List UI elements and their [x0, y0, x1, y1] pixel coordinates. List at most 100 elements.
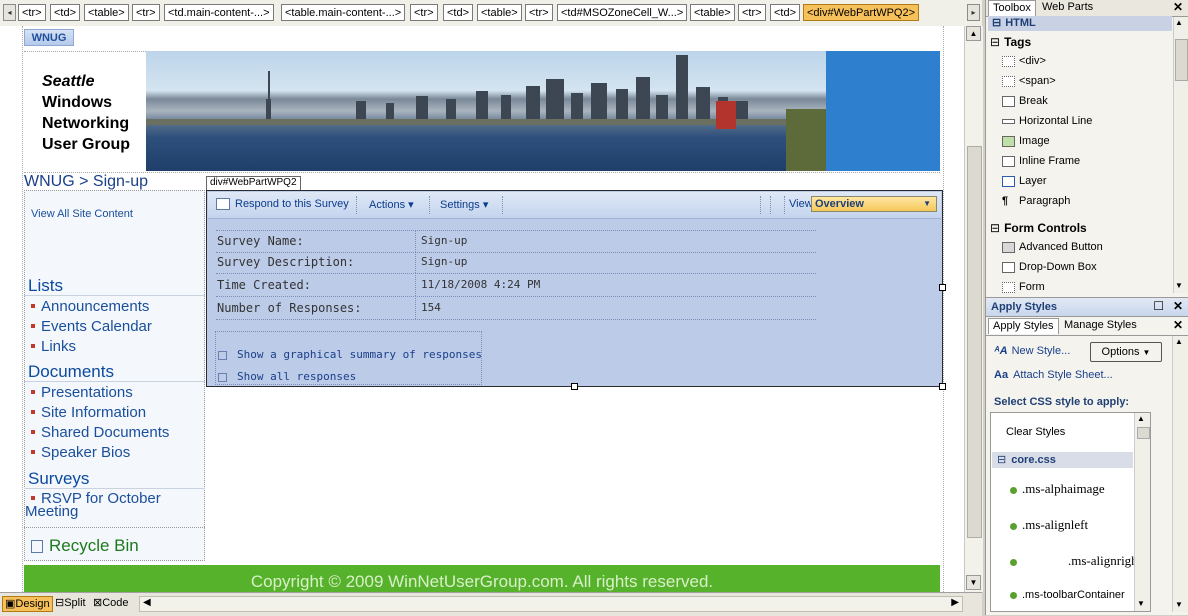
nav-item-rsvp-october[interactable]: RSVP for October Meeting	[25, 491, 195, 519]
toolbox-item-form[interactable]: Form	[1002, 281, 1045, 293]
site-logo-text[interactable]: Seattle Windows Networking User Group	[42, 71, 146, 155]
css-style-item[interactable]: .ms-alignright	[1010, 553, 1141, 569]
view-selector[interactable]: Overview ▼	[811, 196, 937, 212]
toolbox-item-span[interactable]: <span>	[1002, 75, 1056, 87]
show-all-responses-link[interactable]: Show all responses	[218, 370, 356, 383]
attach-style-sheet-link[interactable]: Aa Attach Style Sheet...	[994, 369, 1113, 381]
actions-menu[interactable]: Actions ▾	[369, 198, 414, 211]
scroll-down-button[interactable]: ▼	[966, 575, 981, 590]
nav-item-events-calendar[interactable]: Events Calendar	[25, 318, 152, 336]
scroll-down-icon[interactable]: ▼	[1137, 599, 1145, 608]
toolbox-item-inline-frame[interactable]: Inline Frame	[1002, 155, 1080, 167]
toolbox-item-layer[interactable]: Layer	[1002, 175, 1047, 187]
scroll-left-icon[interactable]: ◀	[143, 597, 151, 608]
quick-launch-heading-lists[interactable]: Lists	[28, 276, 63, 296]
scroll-up-icon[interactable]: ▲	[1175, 18, 1183, 27]
tagbar-scroll-left-button[interactable]: ◂	[3, 4, 16, 21]
toolbox-item-paragraph[interactable]: ¶ Paragraph	[1002, 195, 1070, 207]
clear-styles-item[interactable]: Clear Styles	[1006, 426, 1065, 438]
scroll-up-button[interactable]: ▲	[966, 26, 981, 41]
scroll-thumb[interactable]	[1175, 39, 1188, 81]
options-button[interactable]: Options ▼	[1090, 342, 1162, 362]
new-style-link[interactable]: ᴬA New Style...	[994, 345, 1070, 357]
css-sheet-header[interactable]: ⊟ core.css	[992, 452, 1133, 468]
close-icon[interactable]: ✕	[1173, 299, 1183, 313]
css-style-item[interactable]: .ms-toolbarContainer	[1010, 589, 1125, 601]
tag-table-main-content[interactable]: <table.main-content-...>	[281, 4, 406, 21]
maximize-icon[interactable]: ☐	[1153, 299, 1164, 313]
tag-tr[interactable]: <tr>	[410, 4, 438, 21]
scroll-right-icon[interactable]: ▶	[951, 597, 959, 608]
scroll-up-icon[interactable]: ▲	[1137, 414, 1145, 423]
tag-td[interactable]: <td>	[770, 4, 801, 21]
view-all-site-content-link[interactable]: View All Site Content	[31, 208, 133, 220]
design-icon: ▣	[5, 598, 16, 610]
design-view-button[interactable]: ▣Design	[2, 596, 53, 612]
toolbox-tags-header[interactable]: ⊟ Tags	[990, 35, 1031, 49]
graphical-summary-link[interactable]: Show a graphical summary of responses	[218, 348, 482, 361]
tag-table[interactable]: <table>	[690, 4, 735, 21]
tab-apply-styles[interactable]: Apply Styles	[988, 318, 1059, 334]
scroll-down-icon[interactable]: ▼	[1175, 600, 1183, 609]
toolbox-item-div[interactable]: <div>	[1002, 55, 1046, 67]
top-nav-tab-wnug[interactable]: WNUG	[24, 29, 74, 46]
nav-item-site-information[interactable]: Site Information	[25, 404, 146, 422]
scroll-thumb[interactable]	[967, 146, 982, 538]
close-icon[interactable]: ✕	[1173, 318, 1183, 332]
resize-handle[interactable]	[571, 383, 578, 390]
css-style-item[interactable]: .ms-alignleft	[1010, 517, 1088, 533]
tab-toolbox[interactable]: Toolbox	[988, 0, 1036, 16]
code-icon: ⊠	[93, 597, 103, 609]
css-style-item[interactable]: .ms-alphaimage	[1010, 481, 1105, 497]
tab-web-parts[interactable]: Web Parts	[1038, 0, 1097, 16]
nav-item-presentations[interactable]: Presentations	[25, 384, 133, 402]
scroll-thumb[interactable]	[1137, 427, 1150, 439]
survey-webpart[interactable]: Respond to this Survey Actions ▾ Setting…	[206, 190, 946, 390]
toolbox-item-dropdown-box[interactable]: Drop-Down Box	[1002, 261, 1097, 273]
tag-tr[interactable]: <tr>	[738, 4, 766, 21]
toolbox-item-image[interactable]: Image	[1002, 135, 1050, 147]
toolbox-item-advanced-button[interactable]: Advanced Button	[1002, 241, 1103, 253]
recycle-bin-link[interactable]: Recycle Bin	[31, 536, 139, 556]
style-list-scrollbar[interactable]: ▲ ▼	[1134, 413, 1150, 611]
tag-tr[interactable]: <tr>	[525, 4, 553, 21]
code-view-button[interactable]: ⊠Code	[93, 596, 129, 612]
tag-td-zonecell[interactable]: <td#MSOZoneCell_W...>	[557, 4, 688, 21]
toolbox-item-horizontal-line[interactable]: Horizontal Line	[1002, 115, 1092, 127]
nav-item-links[interactable]: Links	[25, 338, 76, 356]
apply-styles-scrollbar[interactable]: ▲ ▼	[1172, 336, 1188, 612]
settings-menu[interactable]: Settings ▾	[440, 198, 488, 211]
respond-survey-button[interactable]: Respond to this Survey	[216, 198, 349, 211]
close-icon[interactable]: ✕	[1173, 0, 1183, 14]
tag-td[interactable]: <td>	[443, 4, 474, 21]
resize-handle[interactable]	[939, 284, 946, 291]
tag-tr[interactable]: <tr>	[132, 4, 160, 21]
nav-item-shared-documents[interactable]: Shared Documents	[25, 424, 169, 442]
tag-div-webpart-selected[interactable]: <div#WebPartWPQ2>	[803, 4, 920, 21]
toolbox-item-break[interactable]: Break	[1002, 95, 1048, 107]
nav-item-speaker-bios[interactable]: Speaker Bios	[25, 444, 130, 462]
survey-field-row: Survey Name: Sign-up	[216, 230, 816, 253]
resize-handle[interactable]	[939, 383, 946, 390]
quick-launch-heading-documents[interactable]: Documents	[28, 362, 114, 382]
tag-td[interactable]: <td>	[50, 4, 81, 21]
toolbox-form-controls-header[interactable]: ⊟ Form Controls	[990, 221, 1087, 235]
tag-table[interactable]: <table>	[84, 4, 129, 21]
breadcrumb[interactable]: WNUG > Sign-up	[24, 173, 148, 191]
nav-item-announcements[interactable]: Announcements	[25, 298, 149, 316]
quick-launch-heading-surveys[interactable]: Surveys	[28, 469, 89, 489]
tab-manage-styles[interactable]: Manage Styles	[1060, 318, 1141, 334]
scroll-up-icon[interactable]: ▲	[1175, 337, 1183, 346]
tagbar-scroll-right-button[interactable]: ▸	[967, 4, 980, 21]
tag-td-main-content[interactable]: <td.main-content-...>	[164, 4, 274, 21]
toolbox-item-label: Horizontal Line	[1019, 115, 1093, 127]
scroll-down-icon[interactable]: ▼	[1175, 281, 1183, 290]
horizontal-scrollbar[interactable]: ◀ ▶	[139, 596, 963, 612]
editor-vertical-scrollbar[interactable]: ▲ ▼	[964, 26, 983, 592]
tag-table[interactable]: <table>	[477, 4, 522, 21]
split-view-button[interactable]: ⊟Split	[55, 596, 86, 612]
toolbox-html-header[interactable]: ⊟ HTML	[988, 16, 1172, 31]
dropdown-arrow-icon: ▾	[482, 199, 489, 211]
toolbox-scrollbar[interactable]: ▲ ▼	[1173, 17, 1188, 293]
tag-tr[interactable]: <tr>	[18, 4, 46, 21]
